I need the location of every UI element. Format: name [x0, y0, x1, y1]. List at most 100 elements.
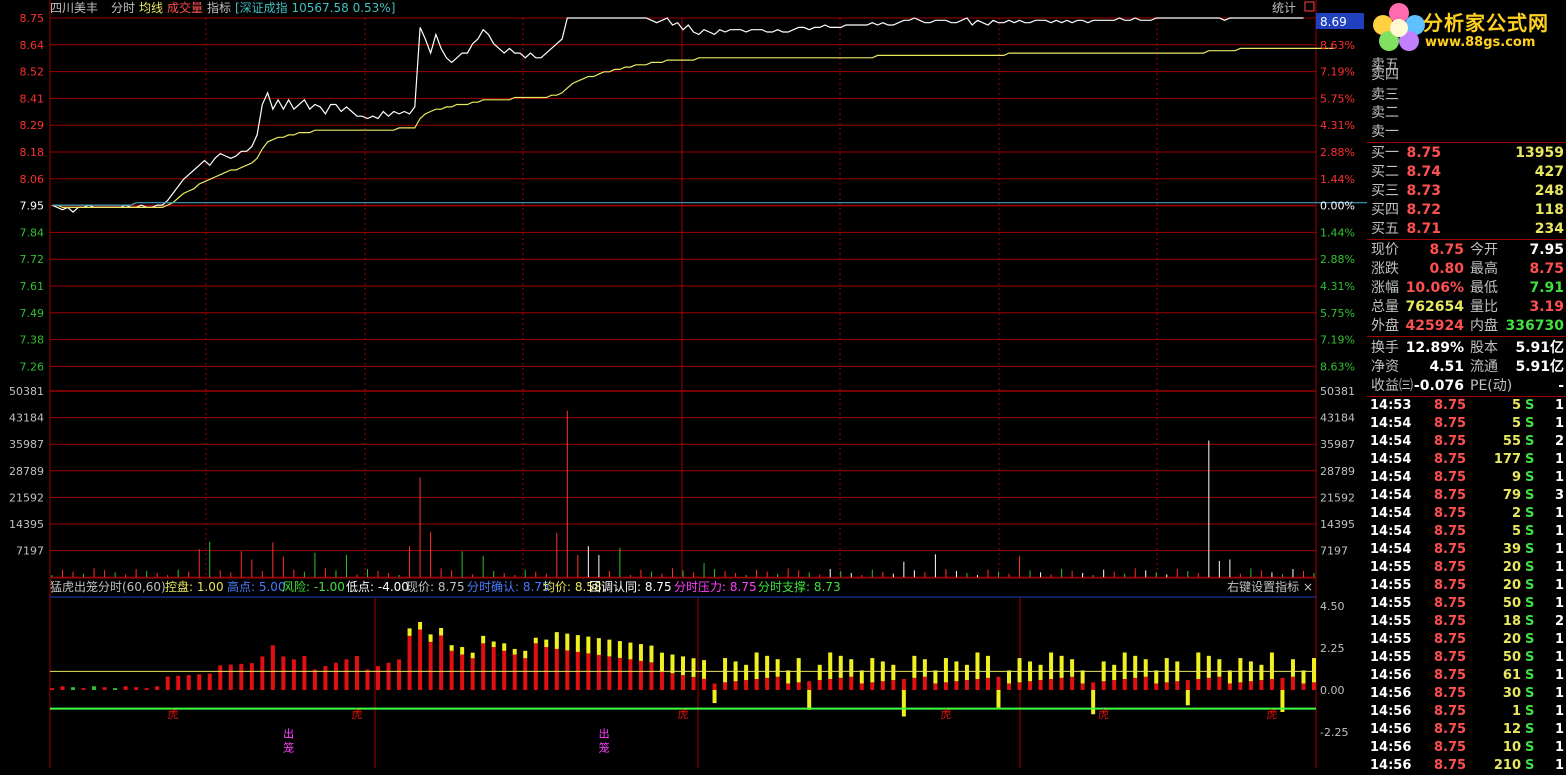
tick-side: S [1525, 434, 1535, 449]
volume-tick-label-right: 50381 [1320, 385, 1355, 398]
tick-volume: 177 [1493, 452, 1521, 467]
indicator-yellow-bar [891, 664, 896, 681]
tick-row: 14:56 8.75 12 S 1 [1367, 721, 1566, 739]
percent-tick-label: 2.88% [1320, 253, 1355, 266]
indicator-red-bar [249, 663, 254, 690]
buy-level-row: 买三 8.73 248 [1367, 182, 1566, 200]
indicator-red-bar [365, 669, 370, 690]
indicator-red-bar [1080, 683, 1085, 690]
tick-row: 14:55 8.75 50 S 1 [1367, 595, 1566, 613]
tick-volume: 12 [1502, 722, 1521, 737]
indicator-red-bar [1269, 678, 1274, 690]
indicator-red-bar [333, 662, 338, 690]
indicator-red-bar [1301, 683, 1306, 690]
tick-time: 14:54 [1370, 542, 1412, 557]
indicator-item: 分时支撑: 8.73 [758, 579, 841, 594]
tick-count: 1 [1554, 596, 1564, 611]
tick-time: 14:54 [1370, 524, 1412, 539]
indicator-red-bar [123, 686, 128, 690]
tick-row: 14:54 8.75 55 S 2 [1367, 433, 1566, 451]
tab-indicator[interactable]: 指标 [207, 0, 231, 15]
quote-panel: 卖五 卖四 卖三 卖二 卖一 买一 8.75 13959 买二 8.74 427 买三 8.73 248 买… [1367, 0, 1566, 773]
indicator-red-bar [828, 678, 833, 690]
intraday-chart[interactable]: 虎虎虎虎虎虎出笼出笼 8.758.64 8.63%8.52 7.19%8.41 5.7… [0, 0, 1367, 768]
indicator-red-bar [533, 643, 538, 690]
indicator-red-bar [1238, 682, 1243, 690]
indicator-yellow-bar [817, 664, 822, 681]
tick-volume: 79 [1502, 488, 1521, 503]
tick-volume: 20 [1502, 578, 1521, 593]
indicator-settings-button[interactable]: 右键设置指标 × [1227, 579, 1313, 594]
indicator-yellow-bar [1301, 670, 1306, 684]
indicator-red-bar [1017, 682, 1022, 690]
tick-price: 8.75 [1434, 488, 1467, 503]
quote-value: 0.80 [1429, 261, 1464, 277]
tick-row: 14:54 8.75 5 S 1 [1367, 415, 1566, 433]
quote-label: 换手 [1371, 340, 1399, 356]
quote-value: 762654 [1405, 299, 1464, 315]
quote-label: 最高 [1470, 261, 1498, 277]
tick-time: 14:54 [1370, 470, 1412, 485]
tick-row: 14:56 8.75 30 S 1 [1367, 685, 1566, 703]
indicator-red-bar [1175, 681, 1180, 690]
buy-level-label: 买三 [1371, 183, 1399, 199]
indicator-yellow-bar [859, 670, 864, 684]
price-tick-label: 8.29 [20, 119, 45, 132]
indicator-red-bar [1112, 680, 1117, 690]
tick-price: 8.75 [1434, 434, 1467, 449]
indicator-yellow-bar [681, 656, 685, 676]
tick-price: 8.75 [1434, 758, 1467, 773]
tick-count: 1 [1554, 416, 1564, 431]
indicator-red-bar [628, 659, 633, 690]
tick-side: S [1525, 524, 1535, 539]
indicator-red-bar [228, 664, 233, 690]
tick-price: 8.75 [1434, 398, 1467, 413]
tick-side: S [1525, 650, 1535, 665]
indicator-red-bar [912, 677, 917, 690]
tick-count: 1 [1554, 758, 1564, 773]
indicator-red-bar [1154, 683, 1159, 690]
tick-time: 14:55 [1370, 560, 1412, 575]
quote-label: 最低 [1470, 280, 1498, 296]
indicator-red-bar [386, 662, 391, 690]
tiger-signal: 虎 [940, 708, 951, 721]
quote-value: 4.51 [1429, 359, 1464, 375]
tick-side: S [1525, 578, 1535, 593]
sell-level-label: 卖二 [1371, 105, 1399, 121]
indicator-yellow-bar [943, 658, 948, 683]
tick-volume: 10 [1502, 740, 1521, 755]
buy-level-volume: 118 [1534, 202, 1564, 218]
indicator-red-bar [1007, 683, 1012, 690]
tick-side: S [1525, 488, 1535, 503]
indicator-yellow-bar [691, 658, 696, 677]
buy-level-volume: 427 [1534, 164, 1564, 180]
tab-avg-line[interactable]: 均线 [139, 1, 163, 15]
percent-tick-label: 4.31% [1320, 119, 1355, 132]
breakout-signal: 出 [599, 727, 610, 741]
indicator-red-bar [323, 666, 328, 690]
quote-value: -0.076 [1413, 378, 1464, 394]
indicator-yellow-bar [470, 652, 475, 659]
quote-row: 净资 4.51 流通 5.91亿 [1367, 358, 1566, 376]
stats-button[interactable]: 统计 [1272, 1, 1296, 15]
tick-count: 2 [1554, 434, 1564, 449]
tick-time: 14:56 [1370, 704, 1412, 719]
indicator-red-bar [817, 680, 822, 690]
indicator-yellow-bar [712, 690, 717, 704]
indicator-yellow-bar [828, 652, 833, 679]
indicator-red-bar [260, 656, 265, 690]
tick-time: 14:55 [1370, 578, 1412, 593]
tiger-signal: 虎 [678, 708, 689, 721]
quote-value: - [1558, 378, 1564, 394]
tab-intraday[interactable]: 分时 [111, 1, 135, 15]
indicator-red-bar [207, 673, 212, 690]
indicator-red-bar [186, 675, 191, 690]
indicator-red-bar [849, 676, 854, 690]
indicator-red-bar [765, 677, 770, 690]
tick-side: S [1525, 398, 1535, 413]
indicator-yellow-bar [607, 639, 612, 657]
tab-volume[interactable]: 成交量 [167, 0, 203, 15]
indicator-red-bar [544, 647, 549, 690]
tick-row: 14:54 8.75 2 S 1 [1367, 505, 1566, 523]
quote-row: 涨跌 0.80 最高 8.75 [1367, 260, 1566, 278]
